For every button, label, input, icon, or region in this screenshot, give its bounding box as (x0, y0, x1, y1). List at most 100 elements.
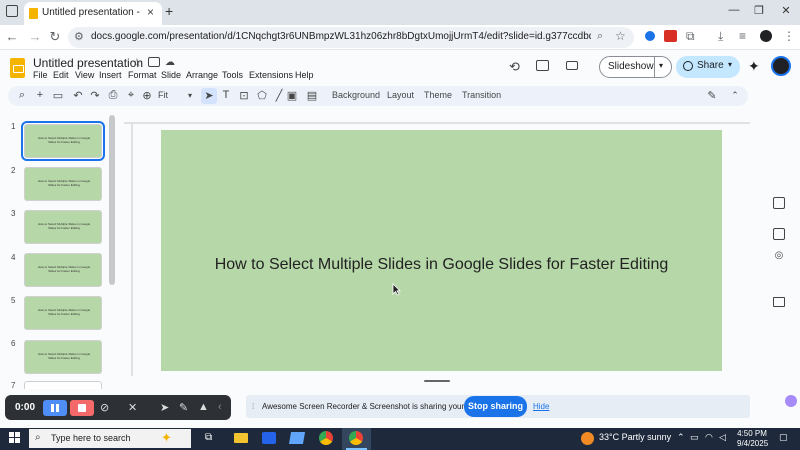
tasks-side-icon[interactable]: ◎ (773, 250, 785, 262)
slide-thumbnail-4[interactable]: How to Select Multiple Slides in Google … (24, 253, 102, 287)
slide-canvas[interactable]: How to Select Multiple Slides in Google … (161, 130, 722, 371)
comments-icon[interactable] (536, 60, 549, 71)
menu-arrange[interactable]: Arrange (186, 70, 218, 80)
zoom-select[interactable]: Fit (158, 90, 168, 100)
chevron-down-icon[interactable]: ▾ (728, 60, 732, 69)
folder-side-icon[interactable] (773, 297, 785, 307)
reload-icon[interactable]: ↻ (47, 29, 63, 45)
download-icon[interactable]: ⤓ (718, 29, 723, 44)
close-window-button[interactable]: ✕ (774, 4, 798, 17)
keep-side-icon[interactable] (773, 228, 785, 240)
slide-thumbnail-6[interactable]: How to Select Multiple Slides in Google … (24, 340, 102, 374)
search-menus-icon[interactable]: ⌕ (15, 89, 29, 102)
omnibox[interactable]: ⚙ docs.google.com/presentation/d/1CNqchg… (68, 27, 634, 48)
tray-up-icon[interactable]: ⌃ (677, 432, 685, 443)
extensions-puzzle-icon[interactable]: ⧉ (686, 29, 695, 44)
minimize-button[interactable]: — (722, 4, 746, 16)
stop-recording-button[interactable] (70, 400, 94, 416)
share-button[interactable]: Share ▾ (676, 56, 740, 78)
move-folder-icon[interactable] (148, 57, 160, 67)
undo-icon[interactable]: ↶ (71, 89, 85, 102)
collapse-arrow-icon[interactable]: ‹ (218, 401, 222, 413)
shape-icon[interactable]: ⬠ (255, 89, 269, 102)
pointer-tool-icon[interactable]: ➤ (160, 401, 169, 414)
new-tab-button[interactable]: + (165, 3, 173, 19)
battery-icon[interactable]: ▭ (690, 432, 699, 443)
camera-off-icon[interactable]: ⊘ (100, 401, 109, 414)
slide-thumbnail-3[interactable]: How to Select Multiple Slides in Google … (24, 210, 102, 244)
redo-icon[interactable]: ↷ (88, 89, 102, 102)
pen-tool-icon[interactable]: ✎ (705, 89, 719, 102)
windows-start-icon[interactable] (9, 432, 20, 443)
star-icon[interactable]: ☆ (132, 56, 142, 69)
file-explorer-icon[interactable] (234, 433, 248, 443)
menu-format[interactable]: Format (128, 70, 157, 80)
active-chrome-taskbar-item[interactable] (342, 428, 371, 450)
menu-slide[interactable]: Slide (161, 70, 181, 80)
menu-edit[interactable]: Edit (53, 70, 69, 80)
back-icon[interactable]: ← (4, 29, 20, 44)
taskbar-search[interactable]: ⌕ Type here to search ✦ (29, 429, 191, 448)
pause-button[interactable] (43, 400, 67, 416)
transition-button[interactable]: Transition (462, 90, 501, 100)
browser-tab[interactable]: Untitled presentation - Google × (24, 2, 162, 25)
new-slide-icon[interactable]: + (33, 89, 47, 101)
slide-title-text[interactable]: How to Select Multiple Slides in Google … (161, 255, 722, 275)
gemini-sparkle-icon[interactable]: ✦ (748, 58, 760, 75)
menu-file[interactable]: File (33, 70, 48, 80)
calendar-side-icon[interactable] (773, 197, 785, 209)
stop-sharing-button[interactable]: Stop sharing (464, 396, 527, 417)
app-icon[interactable] (288, 432, 306, 444)
filmstrip-scrollbar[interactable] (109, 115, 115, 285)
maximize-button[interactable]: ❐ (747, 4, 771, 17)
zoom-icon[interactable]: ⊕ (140, 89, 154, 102)
paint-format-icon[interactable]: ⌖ (124, 89, 138, 102)
slide-thumbnail-1[interactable]: How to Select Multiple Slides in Google … (21, 121, 105, 161)
media-icon[interactable]: ≡ (739, 29, 746, 43)
theme-button[interactable]: Theme (424, 90, 452, 100)
layout-button[interactable]: Layout (387, 90, 414, 100)
text-box-icon[interactable]: T (219, 89, 233, 101)
profile-avatar[interactable] (760, 30, 772, 42)
bookmark-star-icon[interactable]: ☆ (615, 29, 626, 43)
recorder-extension-icon[interactable] (664, 30, 677, 42)
background-button[interactable]: Background (332, 90, 380, 100)
slides-logo-icon[interactable] (10, 58, 25, 78)
notifications-icon[interactable]: ▢ (779, 432, 788, 443)
extension-icon[interactable] (645, 31, 655, 41)
print-icon[interactable]: ⎙ (106, 89, 120, 102)
menu-view[interactable]: View (75, 70, 94, 80)
clock[interactable]: 4:50 PM 9/4/2025 (737, 429, 768, 449)
menu-insert[interactable]: Insert (99, 70, 122, 80)
slide-thumbnail-5[interactable]: How to Select Multiple Slides in Google … (24, 296, 102, 330)
hide-link[interactable]: Hide (533, 402, 549, 411)
chrome-icon[interactable] (319, 431, 333, 445)
task-view-icon[interactable]: ⧉ (205, 432, 212, 443)
chevron-down-icon[interactable]: ▾ (659, 61, 663, 70)
wifi-icon[interactable]: ◠ (705, 432, 713, 443)
browser-menu-icon[interactable]: ⋮ (783, 29, 795, 43)
pen-tool-icon[interactable]: ✎ (179, 401, 188, 414)
site-info-icon[interactable]: ⚙ (74, 30, 84, 43)
comment-add-icon[interactable]: ▣ (285, 89, 299, 102)
account-avatar[interactable] (771, 56, 791, 76)
version-history-icon[interactable]: ⟲ (509, 59, 520, 75)
zoom-icon[interactable]: ⌕ (597, 30, 603, 43)
menu-tools[interactable]: Tools (222, 70, 243, 80)
chevron-down-icon[interactable]: ▾ (183, 91, 197, 100)
tab-close-icon[interactable]: × (147, 5, 154, 19)
slide-thumbnail-7[interactable] (24, 381, 102, 389)
forward-icon[interactable]: → (27, 29, 43, 44)
weather-icon[interactable] (581, 432, 594, 445)
document-title[interactable]: Untitled presentation (33, 56, 143, 70)
weather-text[interactable]: 33°C Partly sunny (599, 432, 671, 442)
meet-camera-icon[interactable] (566, 61, 578, 70)
image-icon[interactable]: ⊡ (237, 89, 251, 102)
menu-help[interactable]: Help (295, 70, 314, 80)
slideshow-button[interactable]: Slideshow ▾ (599, 56, 672, 78)
menu-extensions[interactable]: Extensions (249, 70, 293, 80)
tab-search-icon[interactable] (6, 5, 18, 17)
mic-off-icon[interactable]: ✕ (128, 401, 137, 414)
speaker-notes-handle[interactable] (424, 380, 450, 382)
collapse-toolbar-icon[interactable]: ⌃ (728, 90, 742, 101)
